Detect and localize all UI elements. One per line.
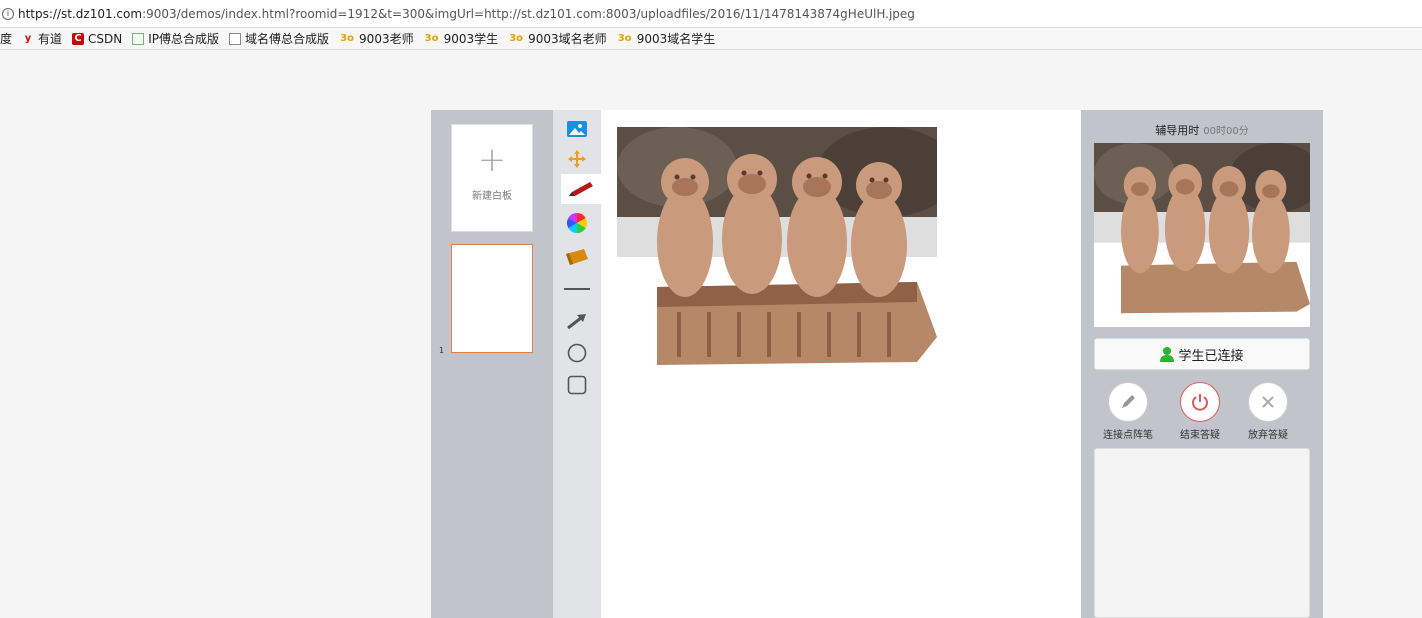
line-icon — [564, 288, 590, 290]
circle-tool[interactable] — [561, 338, 593, 368]
abandon-session-button[interactable]: 放弃答疑 — [1238, 382, 1298, 441]
document-icon — [229, 32, 242, 45]
bookmark-youdao[interactable]: y 有道 — [22, 30, 62, 47]
end-session-label: 结束答疑 — [1180, 430, 1220, 441]
user-icon — [1160, 347, 1175, 362]
plus-icon: + — [477, 140, 507, 180]
color-wheel-icon — [566, 212, 588, 234]
pen-tool[interactable] — [561, 174, 601, 204]
status-connected: 学生已连接 — [1094, 338, 1310, 370]
bookmark-csdn[interactable]: C CSDN — [72, 32, 122, 46]
abandon-session-label: 放弃答疑 — [1248, 430, 1288, 441]
student-video — [1094, 143, 1324, 327]
bookmark-label: 9003老师 — [359, 32, 414, 46]
bookmark-label: 有道 — [38, 32, 63, 46]
page-thumbnail[interactable] — [451, 244, 533, 353]
image-icon — [567, 121, 587, 137]
30-icon: 3o — [617, 32, 632, 44]
whiteboard-app: + 新建白板 1 辅导用时 00时00分 学生已连接 连接点阵笔 结束答疑 放弃… — [431, 110, 1324, 618]
bookmark-domain[interactable]: 域名傅总合成版 — [229, 30, 329, 47]
csdn-icon: C — [72, 32, 85, 45]
monkeys-preview — [1094, 143, 1324, 327]
bookmark-label: 域名傅总合成版 — [245, 32, 330, 46]
bookmark-label: CSDN — [88, 31, 123, 46]
pages-panel: + 新建白板 1 — [431, 110, 553, 618]
bookmark-label: IP傅总合成版 — [148, 32, 220, 46]
rectangle-icon — [567, 375, 587, 395]
eraser-tool[interactable] — [561, 242, 593, 272]
30-icon: 3o — [509, 32, 524, 44]
info-icon[interactable]: i — [2, 7, 14, 20]
toolbar — [553, 110, 601, 618]
url-host: https://st.dz101.com — [18, 6, 143, 21]
move-tool[interactable] — [561, 144, 593, 174]
power-icon — [1180, 382, 1220, 422]
address-bar[interactable]: i https://st.dz101.com:9003/demos/index.… — [0, 0, 1422, 28]
bookmarks-bar: 度 y 有道 C CSDN IP傅总合成版 域名傅总合成版 3o 9003老师 3o 9… — [0, 28, 1422, 50]
image-tool[interactable] — [561, 114, 593, 144]
connect-pen-button[interactable]: 连接点阵笔 — [1098, 382, 1158, 441]
30-icon: 3o — [424, 32, 439, 44]
tutoring-timer: 辅导用时 00时00分 — [1081, 122, 1323, 138]
bookmark-9003-domain-teacher[interactable]: 3o 9003域名老师 — [508, 30, 607, 47]
new-board-button[interactable]: + 新建白板 — [451, 124, 533, 232]
whiteboard-canvas[interactable] — [601, 110, 1081, 618]
bookmark-label: 度 — [0, 32, 13, 46]
chat-area[interactable] — [1094, 448, 1310, 618]
eraser-icon — [566, 249, 588, 265]
ip-icon — [132, 32, 145, 45]
end-session-button[interactable]: 结束答疑 — [1170, 382, 1230, 441]
status-text: 学生已连接 — [1178, 348, 1244, 364]
bookmark-ip[interactable]: IP傅总合成版 — [132, 30, 219, 47]
bookmark-label: 9003学生 — [443, 32, 499, 46]
close-icon — [1248, 382, 1288, 422]
bookmark-label: 9003域名学生 — [636, 32, 716, 46]
youdao-icon: y — [24, 32, 32, 44]
arrow-icon — [567, 314, 586, 330]
new-board-label: 新建白板 — [472, 191, 512, 202]
arrow-tool[interactable] — [561, 306, 593, 336]
bookmark-label: 9003域名老师 — [528, 32, 607, 46]
circle-icon — [567, 343, 587, 363]
move-icon — [568, 150, 586, 168]
page-number: 1 — [439, 346, 445, 355]
side-panel: 辅导用时 00时00分 学生已连接 连接点阵笔 结束答疑 放弃答疑 — [1081, 110, 1324, 618]
color-tool[interactable] — [561, 208, 593, 238]
rect-tool[interactable] — [561, 370, 593, 400]
bookmark-9003-teacher[interactable]: 3o 9003老师 — [339, 30, 414, 47]
bookmark-9003-student[interactable]: 3o 9003学生 — [424, 30, 499, 47]
action-buttons: 连接点阵笔 结束答疑 放弃答疑 — [1094, 382, 1310, 442]
bookmark-baidu[interactable]: 度 — [0, 30, 12, 47]
connect-pen-label: 连接点阵笔 — [1103, 430, 1153, 441]
timer-value: 00时00分 — [1203, 126, 1249, 137]
monkeys-photo — [617, 127, 937, 367]
30-icon: 3o — [340, 32, 354, 44]
pen-icon — [569, 182, 593, 196]
url-path: :9003/demos/index.html?roomid=1912&t=300… — [142, 6, 915, 21]
bookmark-9003-domain-student[interactable]: 3o 9003域名学生 — [617, 30, 716, 47]
timer-label: 辅导用时 — [1155, 124, 1200, 137]
line-tool[interactable] — [561, 274, 593, 304]
pen-icon — [1108, 382, 1148, 422]
